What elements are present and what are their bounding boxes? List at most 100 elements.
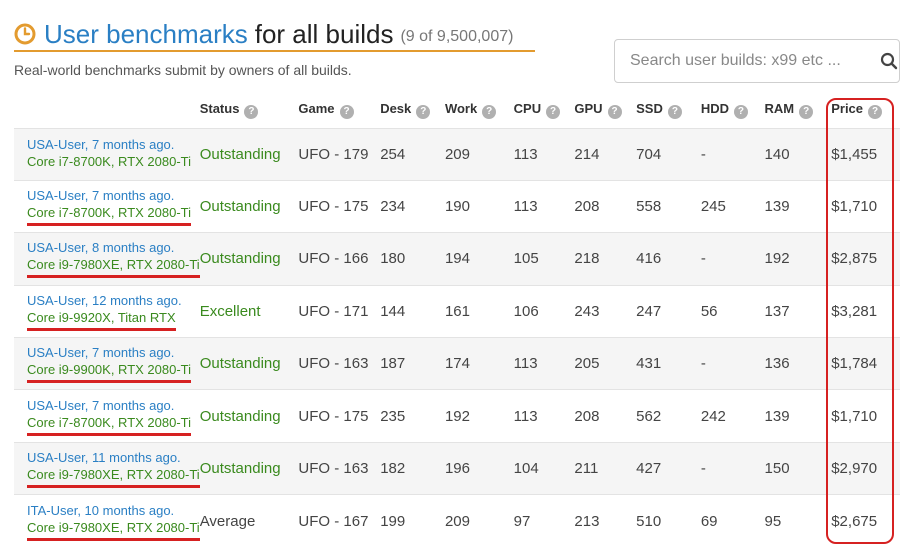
ssd-cell: 431 (636, 337, 701, 390)
status-cell: Excellent (199, 284, 299, 338)
user-link[interactable]: USA-User, 7 months ago. (27, 398, 174, 413)
user-link[interactable]: USA-User, 7 months ago. (27, 137, 174, 152)
price-cell: $1,710 (831, 179, 900, 233)
column-header-status[interactable]: Status? (200, 92, 299, 128)
user-link[interactable]: USA-User, 11 months ago. (27, 450, 181, 465)
build-cell[interactable]: USA-User, 12 months ago. Core i9-9920X, … (14, 284, 200, 338)
desk-cell: 187 (380, 337, 445, 390)
ssd-cell: 558 (636, 179, 701, 233)
page-title: User benchmarks for all builds (9 of 9,5… (14, 18, 535, 52)
user-link[interactable]: USA-User, 12 months ago. (27, 293, 182, 308)
search-input[interactable] (630, 52, 870, 70)
build-link[interactable]: Core i7-8700K, RTX 2080-Ti (27, 414, 192, 436)
build-link[interactable]: Core i9-9900K, RTX 2080-Ti (27, 361, 192, 384)
hdd-cell: - (700, 127, 765, 181)
build-link[interactable]: Core i7-8700K, RTX 2080-Ti (27, 204, 192, 227)
desk-cell: 234 (380, 179, 445, 233)
column-header-gpu[interactable]: GPU? (574, 92, 636, 128)
help-icon[interactable]: ? (667, 104, 682, 119)
build-cell[interactable]: USA-User, 8 months ago. Core i9-7980XE, … (14, 232, 200, 286)
build-cell[interactable]: USA-User, 7 months ago. Core i9-9900K, R… (14, 337, 200, 390)
search-icon[interactable] (880, 52, 898, 70)
column-header-hdd[interactable]: HDD? (701, 92, 765, 128)
desk-cell: 180 (380, 232, 445, 286)
gpu-cell: 205 (574, 337, 637, 390)
build-link[interactable]: Core i9-7980XE, RTX 2080-Ti (27, 519, 200, 541)
title-link[interactable]: User benchmarks (44, 19, 248, 50)
game-cell: UFO - 163 (298, 337, 381, 390)
user-link[interactable]: USA-User, 7 months ago. (27, 188, 174, 203)
status-cell: Outstanding (199, 441, 299, 495)
cpu-cell: 105 (513, 232, 575, 286)
cpu-cell: 106 (513, 284, 575, 338)
help-icon[interactable]: ? (868, 104, 883, 119)
help-icon[interactable]: ? (799, 104, 814, 119)
table-row[interactable]: USA-User, 11 months ago. Core i9-7980XE,… (14, 441, 900, 495)
build-link[interactable]: Core i9-9920X, Titan RTX (27, 309, 176, 331)
desk-cell: 144 (380, 284, 445, 338)
desk-cell: 254 (380, 127, 445, 181)
column-header-work[interactable]: Work? (445, 92, 514, 128)
table-row[interactable]: USA-User, 12 months ago. Core i9-9920X, … (14, 284, 900, 338)
hdd-cell: 56 (700, 284, 765, 338)
ram-cell: 95 (764, 494, 832, 548)
column-header-cpu[interactable]: CPU? (514, 92, 575, 128)
price-cell: $2,675 (831, 494, 900, 548)
help-icon[interactable]: ? (546, 104, 561, 119)
column-header-ssd[interactable]: SSD? (636, 92, 701, 128)
help-icon[interactable]: ? (733, 104, 748, 119)
help-icon[interactable]: ? (244, 104, 259, 119)
user-link[interactable]: ITA-User, 10 months ago. (27, 503, 174, 518)
user-link[interactable]: USA-User, 8 months ago. (27, 240, 174, 255)
status-cell: Average (199, 494, 299, 548)
help-icon[interactable]: ? (607, 104, 622, 119)
column-header-ram[interactable]: RAM? (765, 92, 832, 128)
column-header-game[interactable]: Game? (298, 92, 380, 128)
ssd-cell: 704 (636, 127, 701, 181)
build-link[interactable]: Core i9-7980XE, RTX 2080-Ti (27, 466, 200, 489)
work-cell: 192 (444, 389, 514, 443)
gpu-cell: 211 (574, 441, 637, 495)
work-cell: 209 (444, 494, 514, 548)
game-cell: UFO - 167 (298, 494, 381, 548)
table-row[interactable]: USA-User, 8 months ago. Core i9-7980XE, … (14, 232, 900, 286)
desk-cell: 182 (380, 441, 445, 495)
help-icon[interactable]: ? (416, 104, 431, 119)
column-header-price[interactable]: Price? (831, 92, 900, 128)
ssd-cell: 562 (636, 389, 701, 443)
gpu-cell: 214 (574, 127, 637, 181)
work-cell: 161 (444, 284, 514, 338)
column-header-desk[interactable]: Desk? (380, 92, 445, 128)
table-row[interactable]: ITA-User, 10 months ago. Core i9-7980XE,… (14, 494, 900, 548)
status-cell: Outstanding (199, 337, 299, 390)
build-cell[interactable]: USA-User, 7 months ago. Core i7-8700K, R… (14, 389, 200, 443)
hdd-cell: - (700, 337, 765, 390)
price-cell: $1,710 (831, 389, 900, 443)
price-cell: $1,455 (831, 127, 900, 181)
cpu-cell: 104 (513, 441, 575, 495)
build-link[interactable]: Core i9-7980XE, RTX 2080-Ti (27, 256, 200, 279)
page-subtitle: Real-world benchmarks submit by owners o… (14, 62, 352, 78)
table-row[interactable]: USA-User, 7 months ago. Core i7-8700K, R… (14, 389, 900, 443)
build-link[interactable]: Core i7-8700K, RTX 2080-Ti (27, 153, 191, 172)
table-row[interactable]: USA-User, 7 months ago. Core i9-9900K, R… (14, 337, 900, 390)
user-link[interactable]: USA-User, 7 months ago. (27, 345, 174, 360)
build-cell[interactable]: ITA-User, 10 months ago. Core i9-7980XE,… (14, 494, 200, 548)
title-text: for all builds (254, 18, 394, 49)
ram-cell: 137 (764, 284, 832, 338)
help-icon[interactable]: ? (482, 104, 497, 119)
ram-cell: 192 (764, 232, 832, 286)
hdd-cell: 242 (700, 389, 765, 443)
build-cell[interactable]: USA-User, 7 months ago. Core i7-8700K, R… (14, 179, 200, 233)
build-cell[interactable]: USA-User, 11 months ago. Core i9-7980XE,… (14, 441, 200, 495)
gpu-cell: 213 (574, 494, 637, 548)
page-header: User benchmarks for all builds (9 of 9,5… (14, 18, 535, 78)
hdd-cell: - (700, 232, 765, 286)
help-icon[interactable]: ? (339, 104, 354, 119)
build-cell[interactable]: USA-User, 7 months ago. Core i7-8700K, R… (14, 127, 200, 181)
search-box[interactable] (614, 39, 900, 83)
table-row[interactable]: USA-User, 7 months ago. Core i7-8700K, R… (14, 179, 900, 233)
gpu-cell: 208 (574, 179, 637, 233)
table-row[interactable]: USA-User, 7 months ago. Core i7-8700K, R… (14, 127, 900, 181)
ram-cell: 150 (764, 441, 832, 495)
